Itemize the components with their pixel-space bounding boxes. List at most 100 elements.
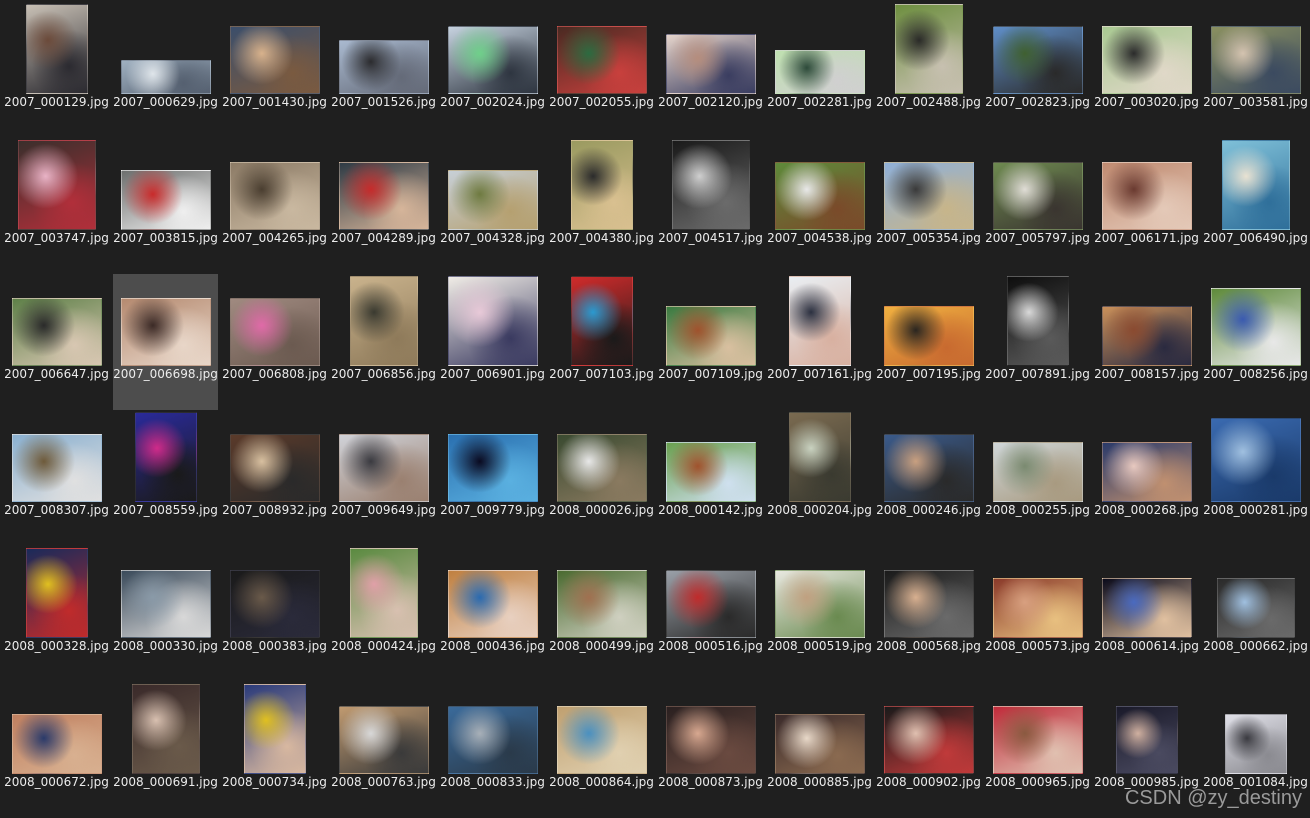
image-thumbnail[interactable] [339,40,429,94]
file-item[interactable]: 2007_008157.jpg [1094,274,1199,410]
image-thumbnail[interactable] [1217,578,1295,638]
file-item[interactable]: 2007_003581.jpg [1203,2,1308,138]
image-thumbnail[interactable] [448,570,538,638]
file-item[interactable]: 2007_006901.jpg [440,274,545,410]
file-item[interactable]: 2008_000519.jpg [767,546,872,682]
file-item[interactable]: 2007_002055.jpg [549,2,654,138]
file-item[interactable]: 2007_002281.jpg [767,2,872,138]
file-item[interactable]: 2007_002823.jpg [985,2,1090,138]
image-thumbnail[interactable] [244,684,306,774]
file-item[interactable]: 2007_008559.jpg [113,410,218,546]
file-item[interactable]: 2007_004517.jpg [658,138,763,274]
file-item[interactable]: 2008_000965.jpg [985,682,1090,818]
image-thumbnail[interactable] [448,26,538,94]
file-item[interactable]: 2007_003020.jpg [1094,2,1199,138]
file-item[interactable]: 2008_000281.jpg [1203,410,1308,546]
file-item[interactable]: 2007_002024.jpg [440,2,545,138]
image-thumbnail[interactable] [1007,276,1069,366]
image-thumbnail[interactable] [1222,140,1290,230]
image-thumbnail[interactable] [121,298,211,366]
file-item[interactable]: 2007_004538.jpg [767,138,872,274]
file-item[interactable]: 2008_000614.jpg [1094,546,1199,682]
image-thumbnail[interactable] [1102,442,1192,502]
file-item[interactable]: 2008_000763.jpg [331,682,436,818]
file-item[interactable]: 2008_000573.jpg [985,546,1090,682]
file-item[interactable]: 2007_001430.jpg [222,2,327,138]
image-thumbnail[interactable] [789,276,851,366]
file-item[interactable]: 2008_000873.jpg [658,682,763,818]
image-thumbnail[interactable] [1102,578,1192,638]
image-thumbnail[interactable] [12,434,102,502]
image-thumbnail[interactable] [135,412,197,502]
file-item[interactable]: 2008_000833.jpg [440,682,545,818]
file-item[interactable]: 2007_002488.jpg [876,2,981,138]
image-thumbnail[interactable] [1225,714,1287,774]
image-thumbnail[interactable] [571,140,633,230]
image-thumbnail[interactable] [1102,26,1192,94]
image-thumbnail[interactable] [993,578,1083,638]
file-item[interactable]: 2008_000734.jpg [222,682,327,818]
image-thumbnail[interactable] [1116,706,1178,774]
image-thumbnail[interactable] [557,26,647,94]
file-item[interactable]: 2008_000255.jpg [985,410,1090,546]
file-item[interactable]: 2007_007891.jpg [985,274,1090,410]
file-item[interactable]: 2007_009779.jpg [440,410,545,546]
image-thumbnail[interactable] [884,434,974,502]
image-thumbnail[interactable] [557,570,647,638]
file-item[interactable]: 2007_006856.jpg [331,274,436,410]
image-thumbnail[interactable] [1211,26,1301,94]
image-thumbnail[interactable] [1211,288,1301,366]
image-thumbnail[interactable] [18,140,96,230]
file-item[interactable]: 2008_000516.jpg [658,546,763,682]
file-item[interactable]: 2007_008256.jpg [1203,274,1308,410]
file-item[interactable]: 2008_000026.jpg [549,410,654,546]
image-thumbnail[interactable] [12,298,102,366]
file-item[interactable]: 2008_000142.jpg [658,410,763,546]
image-thumbnail[interactable] [26,4,88,94]
image-thumbnail[interactable] [789,412,851,502]
file-item[interactable]: 2007_009649.jpg [331,410,436,546]
file-item[interactable]: 2007_003815.jpg [113,138,218,274]
file-item[interactable]: 2007_002120.jpg [658,2,763,138]
file-item[interactable]: 2007_004380.jpg [549,138,654,274]
image-thumbnail[interactable] [12,714,102,774]
image-thumbnail[interactable] [121,570,211,638]
image-thumbnail[interactable] [121,60,211,94]
file-item[interactable]: 2007_008307.jpg [4,410,109,546]
file-item[interactable]: 2007_007195.jpg [876,274,981,410]
image-thumbnail[interactable] [884,706,974,774]
image-thumbnail[interactable] [230,26,320,94]
file-item[interactable]: 2007_004289.jpg [331,138,436,274]
file-item[interactable]: 2007_006490.jpg [1203,138,1308,274]
image-thumbnail[interactable] [571,276,633,366]
file-item[interactable]: 2007_005354.jpg [876,138,981,274]
file-item[interactable]: 2008_000268.jpg [1094,410,1199,546]
image-thumbnail[interactable] [448,276,538,366]
file-item[interactable]: 2007_006698.jpg [113,274,218,410]
file-item[interactable]: 2007_000629.jpg [113,2,218,138]
file-item[interactable]: 2008_000328.jpg [4,546,109,682]
image-thumbnail[interactable] [666,306,756,366]
file-item[interactable]: 2008_000672.jpg [4,682,109,818]
image-thumbnail[interactable] [557,706,647,774]
image-thumbnail[interactable] [775,50,865,94]
file-item[interactable]: 2007_007109.jpg [658,274,763,410]
file-item[interactable]: 2008_000864.jpg [549,682,654,818]
image-thumbnail[interactable] [26,548,88,638]
file-item[interactable]: 2007_006171.jpg [1094,138,1199,274]
file-item[interactable]: 2008_000568.jpg [876,546,981,682]
image-thumbnail[interactable] [666,570,756,638]
file-item[interactable]: 2008_000499.jpg [549,546,654,682]
image-thumbnail[interactable] [895,4,963,94]
image-thumbnail[interactable] [666,34,756,94]
image-thumbnail[interactable] [448,706,538,774]
image-thumbnail[interactable] [339,434,429,502]
file-item[interactable]: 2008_000330.jpg [113,546,218,682]
file-item[interactable]: 2008_000885.jpg [767,682,872,818]
image-thumbnail[interactable] [666,442,756,502]
file-item[interactable]: 2008_000436.jpg [440,546,545,682]
image-thumbnail[interactable] [448,170,538,230]
image-thumbnail[interactable] [121,170,211,230]
file-item[interactable]: 2008_000662.jpg [1203,546,1308,682]
file-item[interactable]: 2007_004265.jpg [222,138,327,274]
